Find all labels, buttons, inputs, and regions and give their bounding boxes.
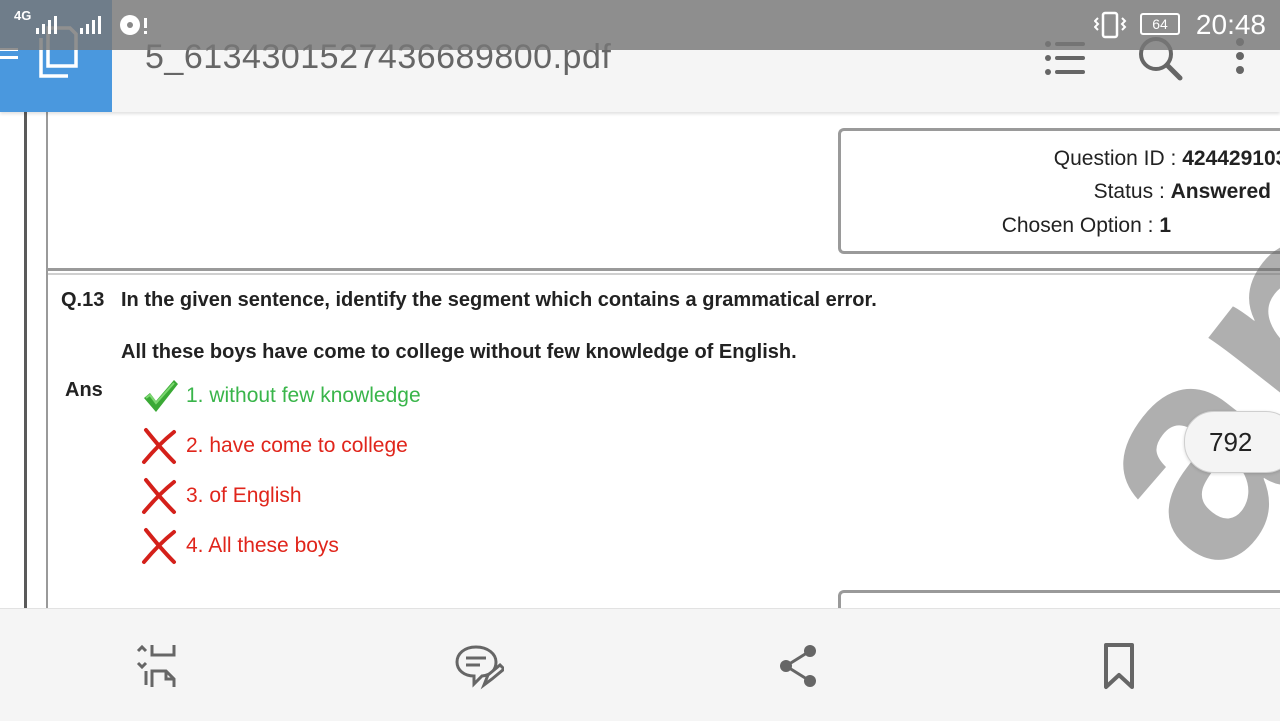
bookmark-icon[interactable] — [1094, 641, 1144, 691]
checkmark-icon — [144, 380, 178, 412]
page-number-indicator[interactable]: 792 — [1184, 411, 1280, 473]
option-1: 1. without few knowledge — [140, 376, 421, 416]
page-border-line — [46, 112, 48, 608]
cross-icon — [142, 478, 176, 514]
question-id-label: Question ID : — [1053, 147, 1177, 170]
next-question-info-box — [838, 590, 1280, 608]
status-bar: 4G 64 20:48 — [0, 0, 1280, 50]
chosen-option-label: Chosen Option : — [1001, 214, 1154, 237]
option-text: 3. of English — [186, 484, 302, 507]
question-number: Q.13 — [61, 289, 105, 311]
option-text: 1. without few knowledge — [186, 384, 421, 407]
pdf-page-view[interactable]: Question ID : 4244291035 Status : Answer… — [0, 112, 1280, 608]
section-divider — [48, 273, 1280, 275]
question-id-value: 4244291035 — [1182, 147, 1280, 170]
clock: 20:48 — [1195, 9, 1266, 40]
option-2: 2. have come to college — [140, 426, 408, 466]
status-row: Status : Answered — [1094, 180, 1271, 204]
status-label: Status : — [1093, 180, 1165, 203]
option-3: 3. of English — [140, 476, 302, 516]
option-text: 2. have come to college — [186, 434, 408, 457]
option-4: 4. All these boys — [140, 526, 339, 566]
comment-icon[interactable] — [454, 641, 504, 691]
section-divider — [48, 268, 1280, 271]
page-border-line — [24, 112, 27, 608]
battery-icon: 64 — [1140, 13, 1180, 35]
bottom-toolbar — [0, 608, 1280, 721]
signal-strength-icon — [36, 16, 57, 34]
question-info-box: Question ID : 4244291035 Status : Answer… — [838, 128, 1280, 254]
answer-label: Ans — [65, 379, 103, 401]
question-id-row: Question ID : 4244291035 — [1054, 147, 1280, 171]
chosen-option-row: Chosen Option : 1 — [1002, 214, 1171, 238]
cross-icon — [142, 428, 176, 464]
media-icon — [120, 15, 147, 35]
network-type-label: 4G — [14, 8, 32, 23]
chosen-option-value: 1 — [1159, 214, 1171, 237]
question-sentence: All these boys have come to college with… — [121, 341, 797, 363]
page-number: 792 — [1209, 427, 1253, 457]
signal-strength-icon — [80, 16, 101, 34]
option-text: 4. All these boys — [186, 534, 339, 557]
cross-icon — [142, 528, 176, 564]
status-value: Answered — [1170, 180, 1271, 203]
question-text: In the given sentence, identify the segm… — [121, 289, 877, 311]
vibrate-icon — [1094, 11, 1127, 39]
reflow-icon[interactable] — [132, 641, 182, 691]
share-icon[interactable] — [774, 641, 824, 691]
